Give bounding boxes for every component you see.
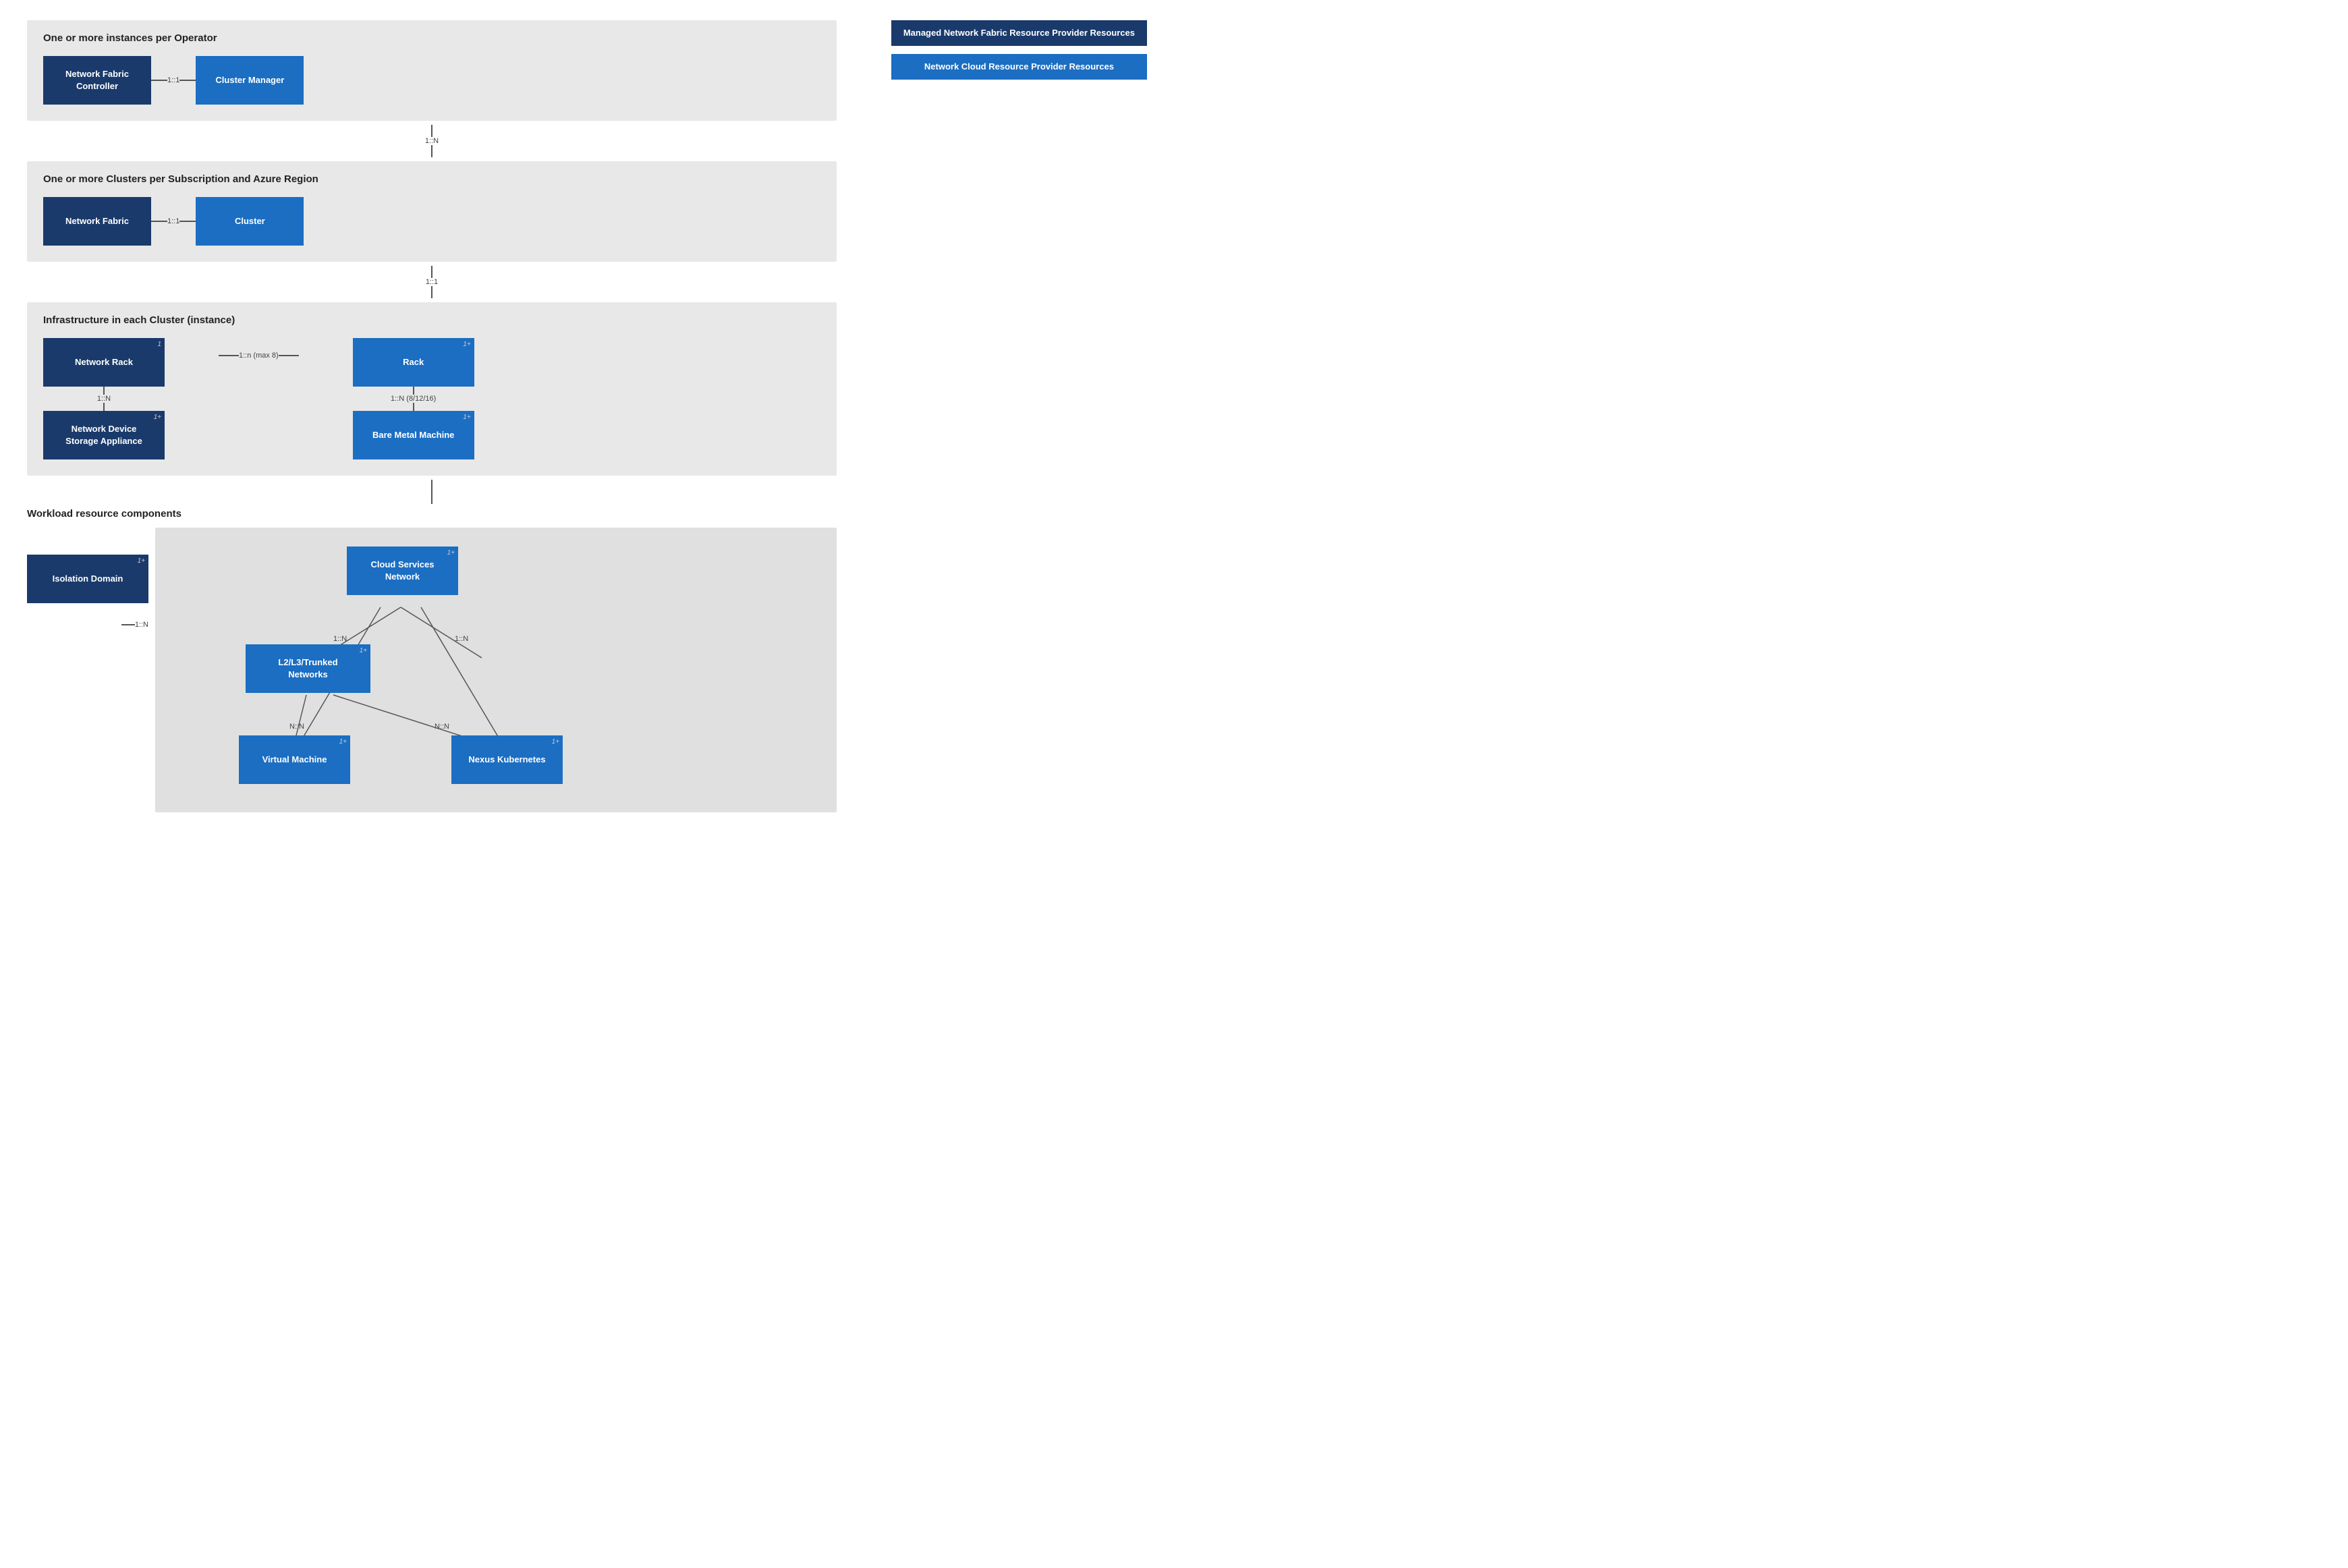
conn-label-1: 1::1	[167, 76, 179, 84]
nfc-label: Network Fabric Controller	[55, 68, 139, 92]
svg-text:1::N: 1::N	[333, 635, 347, 643]
vl-nr-ndsa-1	[103, 387, 105, 395]
s4-left: 1+ Isolation Domain 1::N	[27, 528, 148, 629]
vm-badge: 1+	[339, 737, 347, 747]
conn-s2s3-label: 1::1	[426, 278, 438, 286]
cm-label: Cluster Manager	[215, 74, 284, 86]
workload-svg-container: 1::N 1::N	[171, 540, 630, 796]
section3-inner: 1 Network Rack 1::N 1+ Network Device St…	[43, 338, 820, 459]
vert-line-2	[431, 145, 432, 157]
vl-nr-ndsa-2	[103, 403, 105, 411]
vl-rack-bmm-1	[413, 387, 414, 395]
vm-box: 1+ Virtual Machine	[239, 735, 350, 784]
bmm-label: Bare Metal Machine	[372, 429, 454, 441]
rack-label: Rack	[403, 356, 424, 368]
nf-box: Network Fabric	[43, 197, 151, 246]
section4-wrapper: Workload resource components 1+ Isolatio…	[27, 508, 837, 812]
rack-box: 1+ Rack	[353, 338, 474, 387]
conn-nfc-cm: 1::1	[151, 76, 196, 84]
nk-badge: 1+	[552, 737, 559, 747]
vert-line-1	[431, 125, 432, 137]
section4-content: 1+ Isolation Domain 1::N	[27, 528, 837, 812]
vert-line-3	[431, 266, 432, 278]
conn-iso: 1::N	[121, 621, 148, 629]
iso-domain-box: 1+ Isolation Domain	[27, 555, 148, 603]
csn-badge: 1+	[447, 549, 455, 558]
l2l3-box: 1+ L2/L3/Trunked Networks	[246, 644, 370, 693]
iso-conn-line	[121, 624, 135, 625]
vm-label: Virtual Machine	[262, 754, 327, 766]
section2-title: One or more Clusters per Subscription an…	[43, 173, 820, 185]
cluster-manager-box: Cluster Manager	[196, 56, 304, 105]
csn-label: Cloud Services Network	[359, 559, 446, 582]
ndsa-box: 1+ Network Device Storage Appliance	[43, 411, 165, 459]
ndsa-label: Network Device Storage Appliance	[55, 423, 152, 447]
conn-s1s2-label: 1::N	[425, 137, 439, 145]
svg-text:N::N: N::N	[435, 723, 449, 731]
rack-badge: 1+	[463, 340, 470, 349]
conn-nr-rack: 1::n (max 8)	[219, 352, 299, 360]
conn-nr-ndsa: 1::N	[97, 387, 111, 411]
nf-label: Network Fabric	[65, 215, 129, 227]
cluster-box: Cluster	[196, 197, 304, 246]
ndsa-badge: 1+	[154, 413, 161, 422]
s3-right: 1+ Rack 1::N (8/12/16) 1+ Bare Metal Mac…	[353, 338, 474, 459]
cl-nr-rack-2	[279, 355, 299, 356]
cl-nr-rack-1	[219, 355, 239, 356]
diagram-area: One or more instances per Operator Netwo…	[27, 20, 837, 812]
line-h1	[151, 80, 167, 81]
iso-conn-label: 1::N	[135, 621, 148, 629]
conn-line-l	[151, 221, 167, 222]
conn-rack-bmm: 1::N (8/12/16)	[391, 387, 436, 411]
nr-badge: 1	[157, 340, 161, 349]
nk-box: 1+ Nexus Kubernetes	[451, 735, 563, 784]
vert-line-5	[431, 480, 432, 504]
legend-item-cloud: Network Cloud Resource Provider Resource…	[891, 54, 1147, 80]
section1-box: One or more instances per Operator Netwo…	[27, 20, 837, 121]
section1-title: One or more instances per Operator	[43, 32, 820, 44]
section1-inner: Network Fabric Controller 1::1 Cluster M…	[43, 56, 820, 105]
legend-item-managed: Managed Network Fabric Resource Provider…	[891, 20, 1147, 46]
vert-line-4	[431, 286, 432, 298]
cluster-label: Cluster	[235, 215, 265, 227]
section3-title: Infrastructure in each Cluster (instance…	[43, 314, 820, 326]
conn-nr-ndsa-label: 1::N	[97, 395, 111, 403]
conn-s3-s4	[27, 480, 837, 504]
section3-box: Infrastructure in each Cluster (instance…	[27, 302, 837, 476]
l2l3-badge: 1+	[360, 646, 367, 656]
legend: Managed Network Fabric Resource Provider…	[891, 20, 1147, 80]
conn-nf-cluster: 1::1	[151, 217, 196, 225]
conn-line-r	[179, 221, 196, 222]
bmm-box: 1+ Bare Metal Machine	[353, 411, 474, 459]
main-container: Managed Network Fabric Resource Provider…	[0, 0, 1174, 833]
conn-s2-s3: 1::1	[27, 266, 837, 298]
conn-rack-bmm-label: 1::N (8/12/16)	[391, 395, 436, 403]
svg-text:1::N: 1::N	[455, 635, 468, 643]
section2-box: One or more Clusters per Subscription an…	[27, 161, 837, 262]
vl-rack-bmm-2	[413, 403, 414, 411]
s3-left: 1 Network Rack 1::N 1+ Network Device St…	[43, 338, 165, 459]
iso-label: Isolation Domain	[53, 573, 123, 585]
csn-box: 1+ Cloud Services Network	[347, 547, 458, 595]
l2l3-label: L2/L3/Trunked Networks	[258, 656, 358, 680]
iso-badge: 1+	[138, 557, 145, 566]
line-h2	[179, 80, 196, 81]
conn-nr-rack-label: 1::n (max 8)	[239, 352, 279, 360]
nr-label: Network Rack	[75, 356, 133, 368]
svg-text:N::N: N::N	[289, 723, 304, 731]
section4-title: Workload resource components	[27, 508, 837, 520]
conn-s1-s2: 1::N	[27, 125, 837, 157]
workload-inner-box: 1::N 1::N	[155, 528, 837, 812]
conn-label-2: 1::1	[167, 217, 179, 225]
nk-label: Nexus Kubernetes	[468, 754, 545, 766]
section2-inner: Network Fabric 1::1 Cluster	[43, 197, 820, 246]
bmm-badge: 1+	[463, 413, 470, 422]
nr-box: 1 Network Rack	[43, 338, 165, 387]
nfc-box: Network Fabric Controller	[43, 56, 151, 105]
